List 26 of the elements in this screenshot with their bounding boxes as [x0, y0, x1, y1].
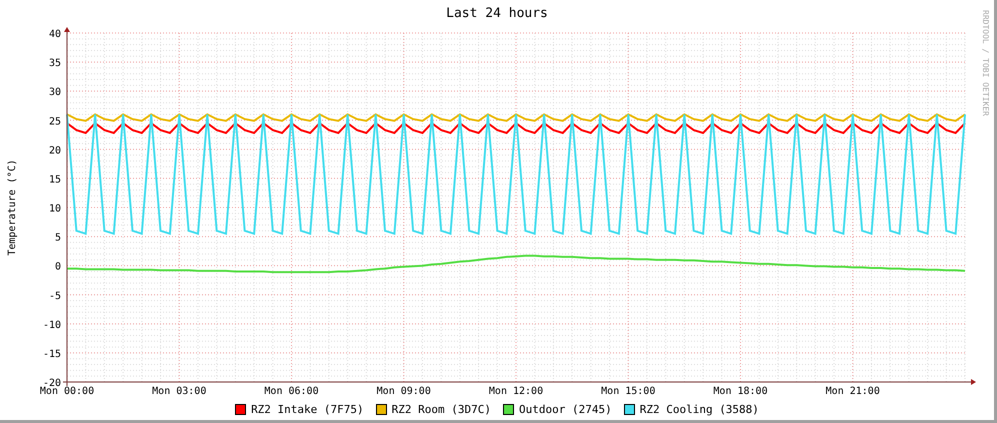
x-tick-label: Mon 12:00: [488, 386, 544, 397]
legend-label: RZ2 Room (3D7C): [392, 402, 491, 416]
legend-label: RZ2 Intake (7F75): [251, 402, 364, 416]
y-tick-label: 25: [48, 116, 61, 128]
y-tick-label: -15: [42, 348, 61, 360]
x-tick-label: Mon 18:00: [713, 386, 768, 397]
x-tick-label: Mon 06:00: [264, 386, 319, 397]
legend-label: RZ2 Cooling (3588): [640, 402, 759, 416]
y-tick-label: 40: [48, 29, 61, 40]
y-tick-label: 35: [48, 58, 61, 70]
x-tick-label: Mon 21:00: [826, 386, 880, 397]
y-tick-label: 10: [48, 204, 61, 214]
y-tick-label: 0: [54, 262, 61, 273]
legend-label: Outdoor (2745): [519, 402, 612, 416]
y-tick-label: -10: [42, 320, 61, 331]
y-tick-label: 15: [48, 174, 61, 186]
y-axis-title: Temperature (°C): [7, 159, 18, 256]
x-tick-label: Mon 00:00: [40, 386, 94, 397]
x-tick-label: Mon 09:00: [376, 386, 431, 397]
credit-text: RRDTOOL / TOBI OETIKER: [980, 10, 990, 116]
y-tick-label: 20: [48, 145, 61, 156]
y-tick-label: -5: [48, 290, 61, 302]
y-tick-label: 5: [54, 232, 61, 244]
y-tick-label: 30: [48, 87, 61, 98]
x-tick-label: Mon 03:00: [152, 386, 206, 397]
x-tick-label: Mon 15:00: [601, 386, 656, 397]
